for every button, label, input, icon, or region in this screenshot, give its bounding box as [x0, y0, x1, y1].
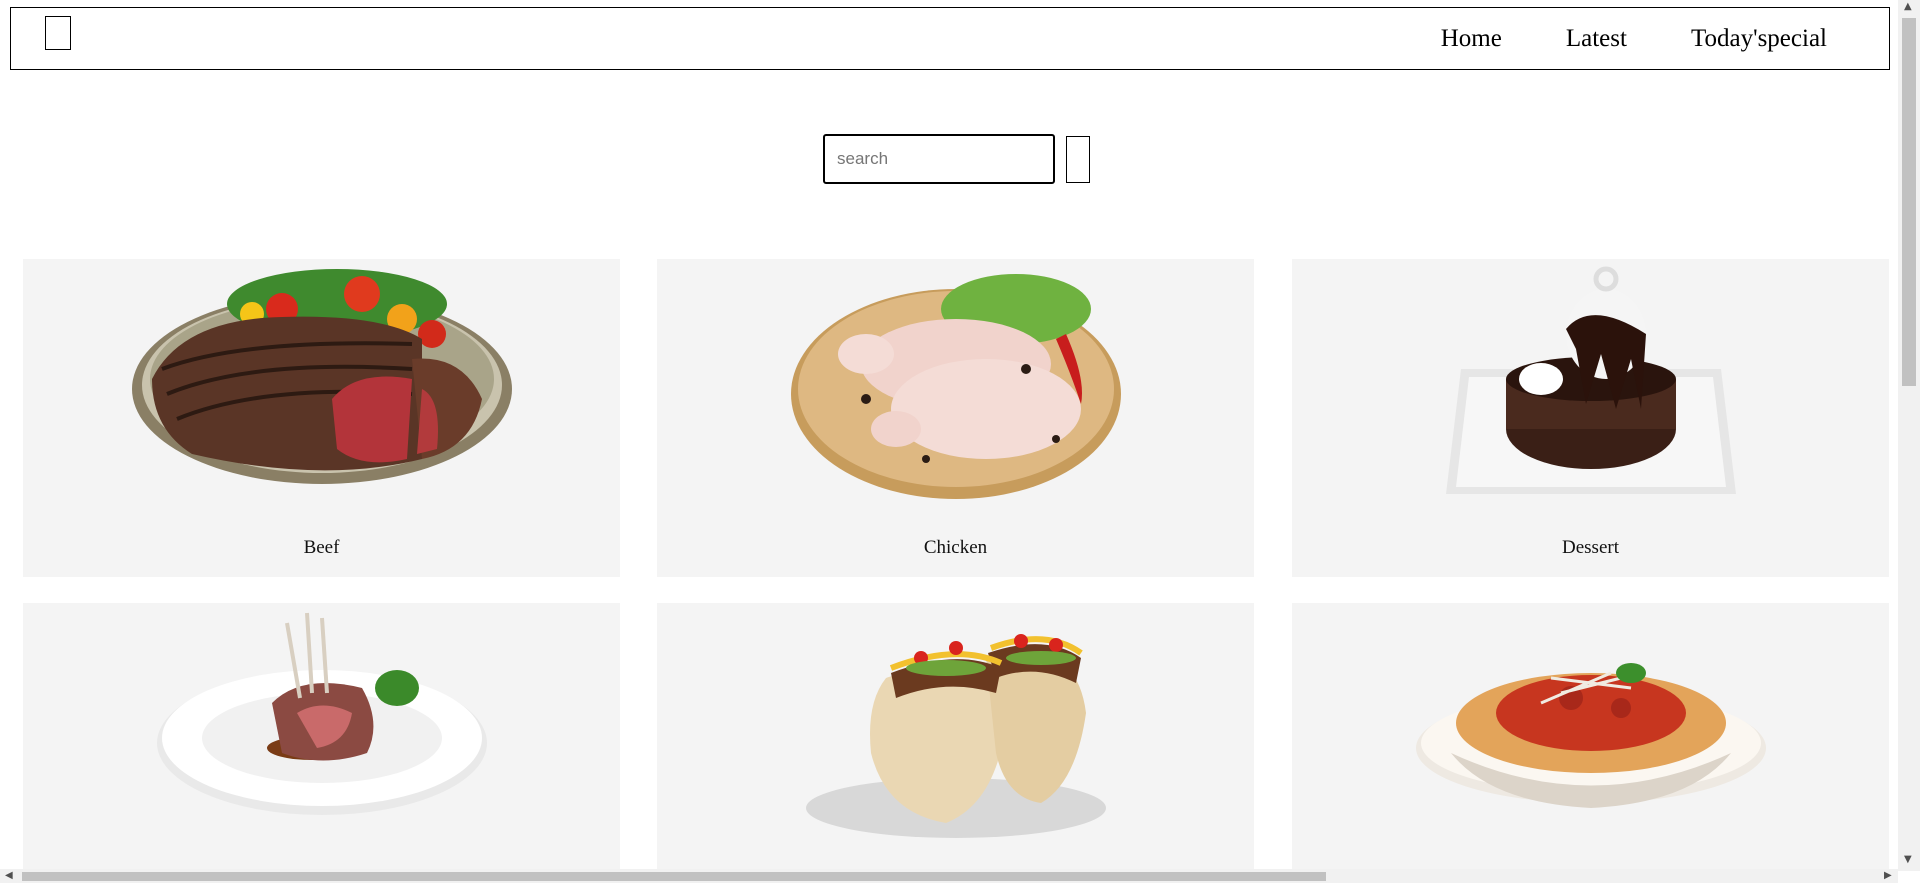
category-card-chicken[interactable]: Chicken	[657, 259, 1254, 577]
scroll-left-arrow-icon[interactable]: ◀	[5, 871, 13, 881]
vertical-scroll-thumb[interactable]	[1902, 18, 1916, 386]
category-card-tacos[interactable]	[657, 603, 1254, 869]
scroll-right-arrow-icon[interactable]: ▶	[1884, 871, 1892, 881]
horizontal-scroll-thumb[interactable]	[22, 872, 1326, 881]
vertical-scrollbar[interactable]: ▲ ▼	[1898, 0, 1920, 871]
scroll-up-arrow-icon[interactable]: ▲	[1904, 2, 1912, 12]
nav-home-link[interactable]: Home	[1441, 25, 1502, 53]
search-button[interactable]	[1066, 135, 1090, 183]
pasta-image	[1292, 603, 1889, 853]
top-navbar: Home Latest Today'special	[10, 7, 1890, 70]
category-label: Chicken	[923, 537, 988, 558]
nav-latest-link[interactable]: Latest	[1566, 25, 1627, 53]
logo-icon[interactable]	[45, 16, 71, 50]
nav-links: Home Latest Today'special	[1377, 8, 1827, 69]
search-bar	[823, 134, 1090, 184]
dessert-image	[1292, 259, 1889, 509]
search-input[interactable]	[823, 134, 1055, 184]
chicken-image	[657, 259, 1254, 509]
nav-todays-special-link[interactable]: Today'special	[1691, 25, 1827, 53]
tacos-image	[657, 603, 1254, 853]
lamb-image	[23, 603, 620, 853]
scroll-down-arrow-icon[interactable]: ▼	[1904, 855, 1912, 865]
category-card-dessert[interactable]: Dessert	[1292, 259, 1889, 577]
category-card-pasta[interactable]	[1292, 603, 1889, 869]
horizontal-scrollbar[interactable]: ◀ ▶	[0, 869, 1898, 883]
category-label: Beef	[303, 537, 340, 558]
category-card-beef[interactable]: Beef	[23, 259, 620, 577]
beef-image	[23, 259, 620, 509]
category-card-lamb[interactable]	[23, 603, 620, 869]
category-label: Dessert	[1562, 537, 1619, 558]
